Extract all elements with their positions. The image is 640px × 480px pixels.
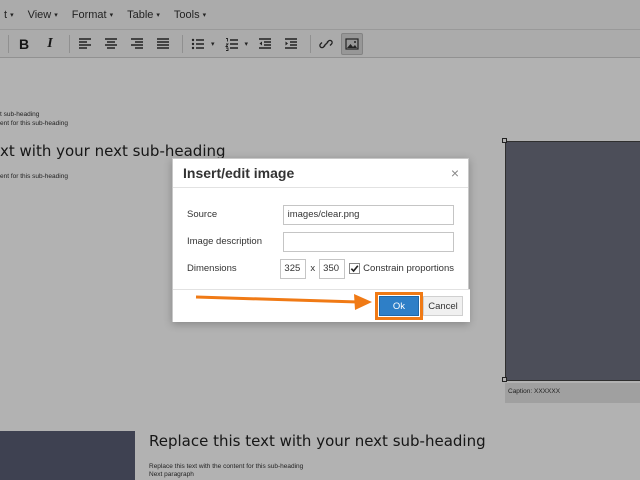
insert-image-dialog: Insert/edit image × Source Image descrip… — [172, 158, 470, 322]
constrain-checkbox[interactable] — [349, 263, 361, 274]
checkmark-icon — [350, 265, 359, 273]
dialog-title: Insert/edit image — [183, 165, 295, 181]
source-row: Source — [187, 201, 454, 228]
constrain-label: Constrain proportions — [363, 263, 454, 274]
ok-button[interactable]: Ok — [379, 296, 419, 316]
dimensions-row: Dimensions x Constrain proportions — [187, 255, 454, 282]
cancel-button[interactable]: Cancel — [423, 296, 463, 316]
dimensions-label: Dimensions — [187, 263, 237, 274]
source-label: Source — [187, 209, 218, 220]
description-row: Image description — [187, 228, 454, 255]
width-input[interactable] — [280, 258, 307, 279]
dialog-body: Source Image description Dimensions x Co… — [173, 188, 468, 282]
dialog-header: Insert/edit image × — [173, 159, 468, 188]
close-icon[interactable]: × — [451, 165, 459, 181]
source-input[interactable] — [282, 204, 454, 225]
description-label: Image description — [187, 236, 262, 247]
dialog-footer: Ok Cancel — [173, 289, 470, 322]
dimension-separator: x — [310, 263, 316, 274]
description-input[interactable] — [282, 231, 454, 252]
height-input[interactable] — [319, 258, 346, 279]
